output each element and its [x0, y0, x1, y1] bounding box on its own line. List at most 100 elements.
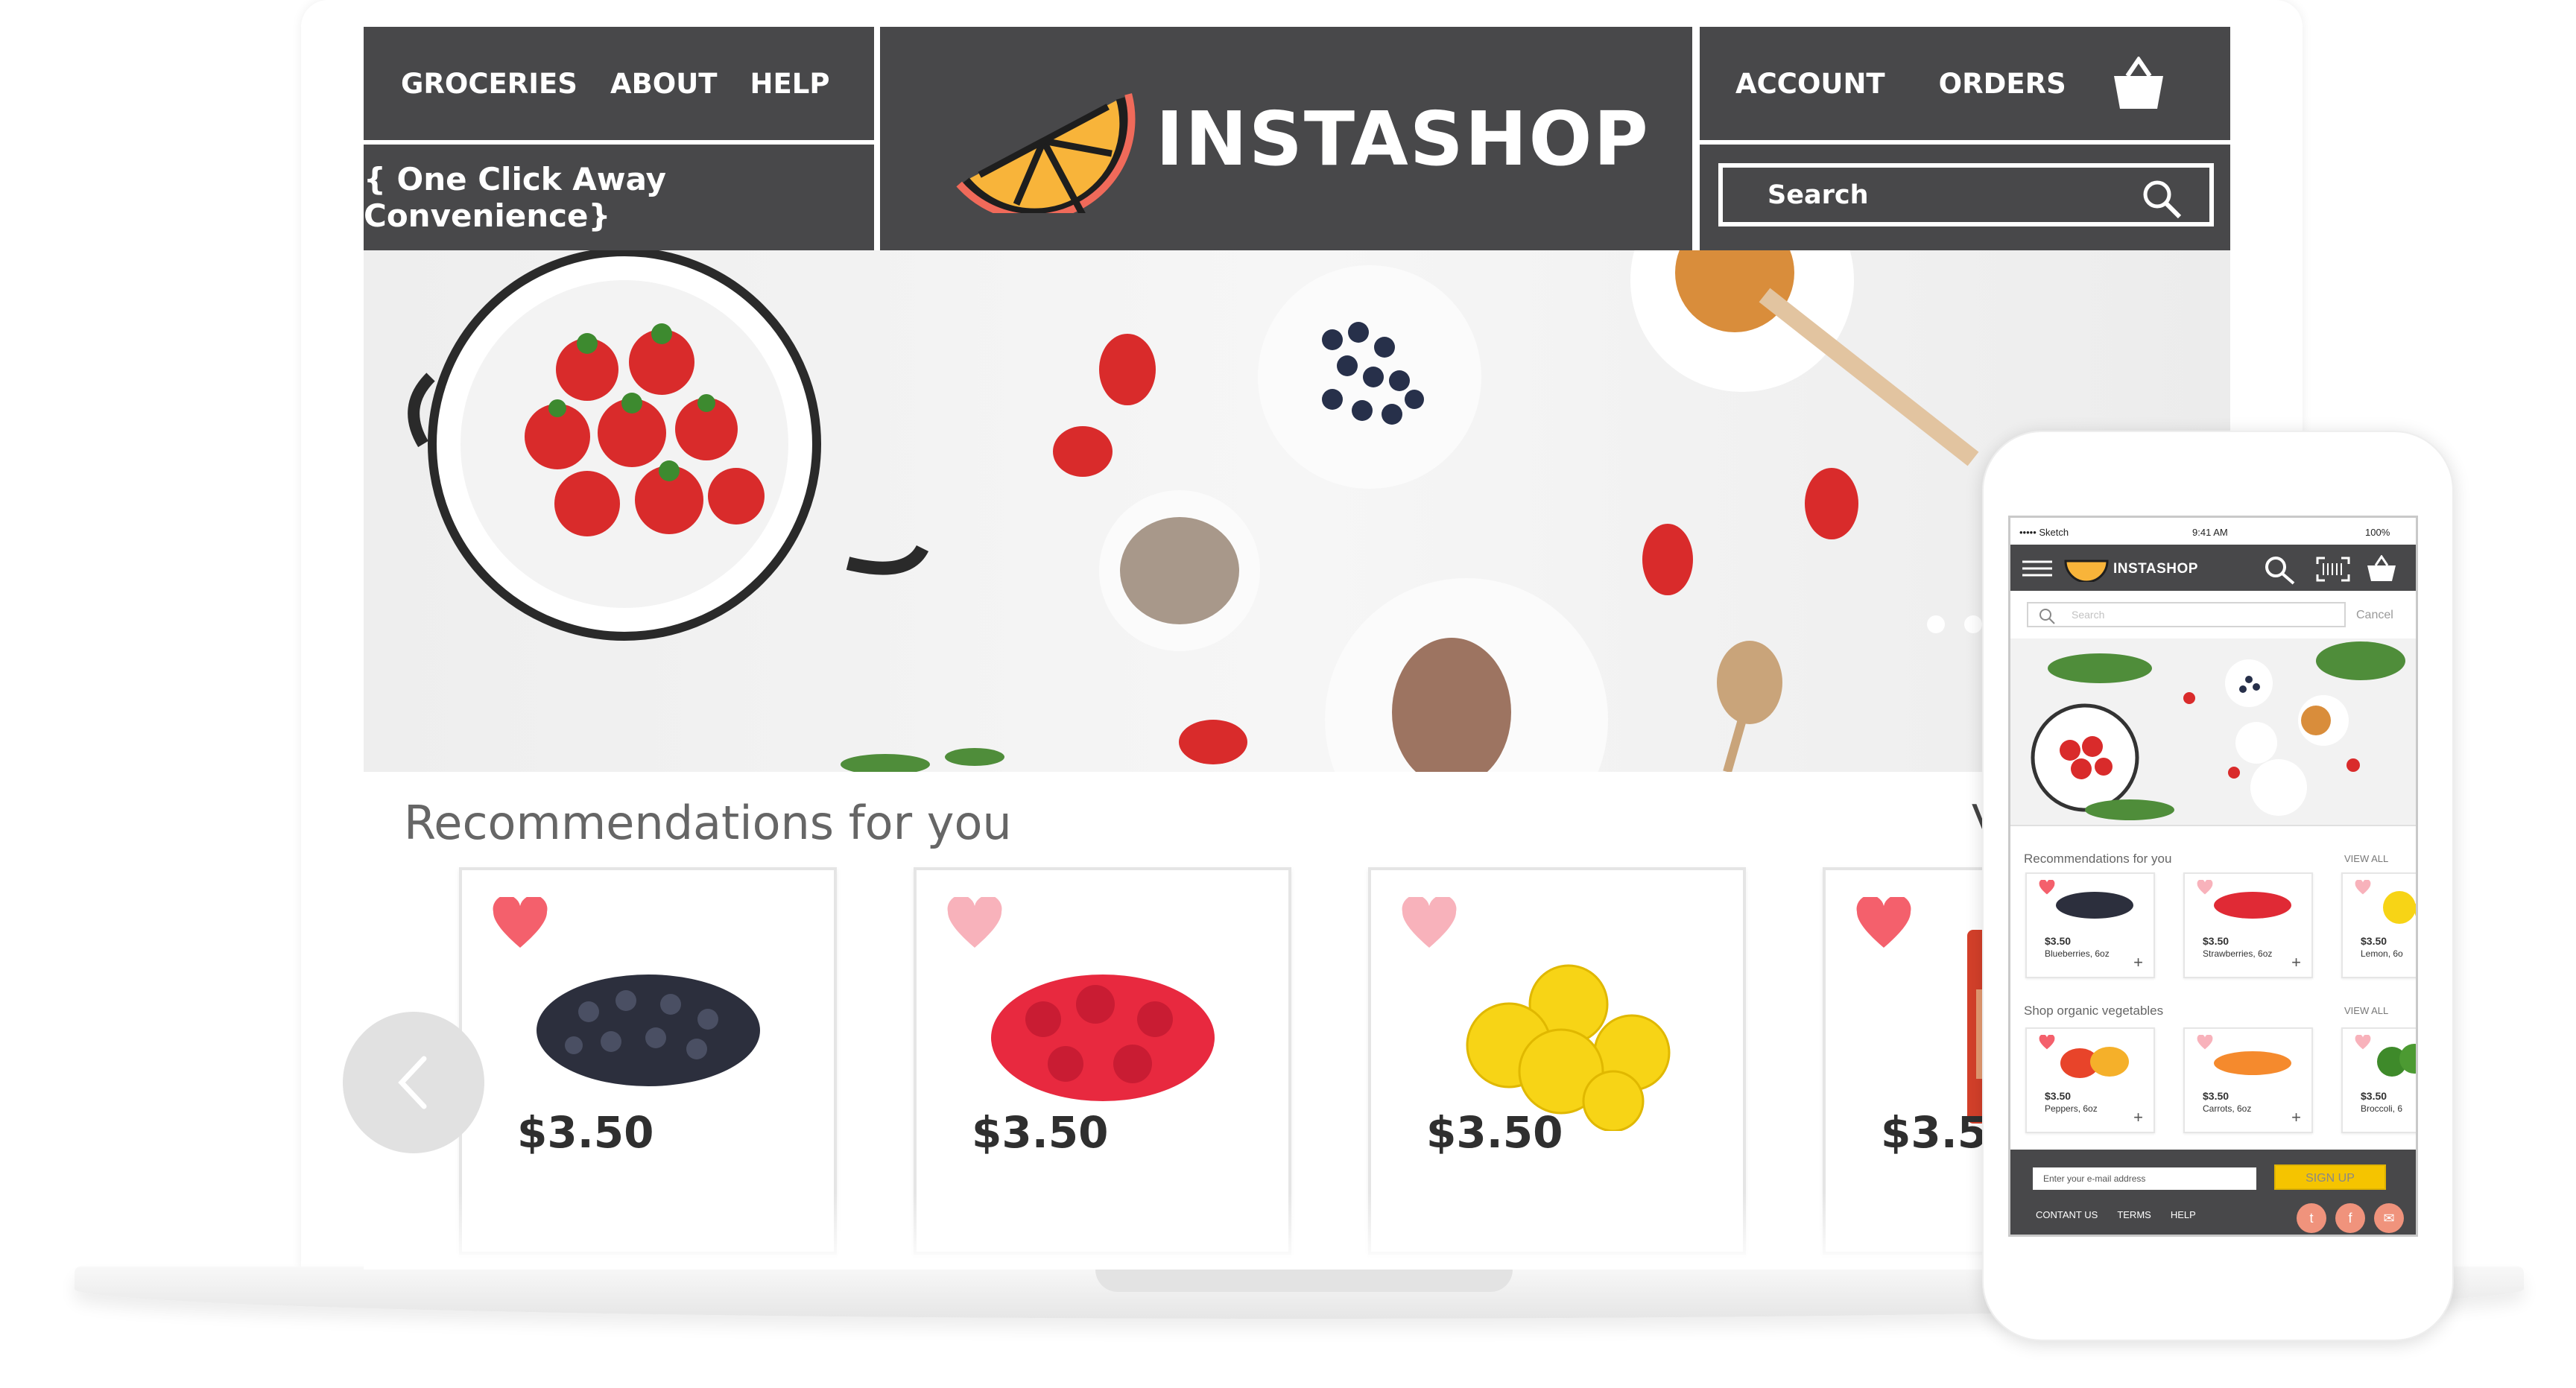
- blueberries-image: [2056, 892, 2133, 919]
- mobile-search-input[interactable]: Search: [2027, 602, 2346, 627]
- mobile-recommendations-heading: Recommendations for you: [2024, 852, 2172, 866]
- email-icon[interactable]: ✉: [2374, 1203, 2404, 1233]
- lemons-image: [1466, 964, 1671, 1131]
- heart-filled-icon[interactable]: [492, 897, 548, 949]
- product-name: Blueberries, 6oz: [2045, 948, 2110, 959]
- mobile-product-card[interactable]: $3.50 Peppers, 6oz +: [2025, 1027, 2155, 1133]
- tagline: { One Click Away Convenience}: [364, 145, 874, 250]
- nav-help[interactable]: HELP: [750, 68, 830, 100]
- lemons-image: [2383, 891, 2416, 924]
- add-to-cart-icon[interactable]: +: [2133, 1108, 2143, 1127]
- email-field[interactable]: Enter your e-mail address: [2033, 1167, 2256, 1190]
- broccoli-image: [2377, 1044, 2416, 1077]
- heart-filled-icon[interactable]: [1855, 897, 1912, 949]
- primary-nav: GROCERIES ABOUT HELP: [364, 27, 874, 140]
- hamburger-menu-icon[interactable]: [2022, 560, 2052, 577]
- battery-level: 100%: [2365, 527, 2390, 538]
- orange-slice-logo-icon: [2064, 560, 2109, 582]
- mobile-vegetables-heading: Shop organic vegetables: [2024, 1004, 2164, 1018]
- mobile-brand: INSTASHOP: [2113, 561, 2198, 577]
- search-icon[interactable]: [2264, 555, 2295, 585]
- barcode-scan-icon[interactable]: [2316, 557, 2350, 582]
- shopping-basket-icon[interactable]: [2367, 555, 2396, 582]
- heart-outline-icon[interactable]: [2197, 880, 2213, 895]
- twitter-icon[interactable]: t: [2297, 1203, 2326, 1233]
- facebook-icon[interactable]: f: [2335, 1203, 2365, 1233]
- mobile-product-card[interactable]: $3.50 Broccoli, 6: [2341, 1027, 2416, 1133]
- heart-outline-icon[interactable]: [2197, 1035, 2213, 1050]
- product-name: Peppers, 6oz: [2045, 1103, 2098, 1114]
- product-price: $3.50: [1426, 1107, 1563, 1158]
- footer-link-terms[interactable]: TERMS: [2117, 1209, 2151, 1220]
- product-name: Strawberries, 6oz: [2203, 948, 2273, 959]
- heart-outline-icon[interactable]: [2355, 1035, 2371, 1050]
- heart-filled-icon[interactable]: [2039, 880, 2055, 895]
- mobile-screen: ••••• Sketch 9:41 AM 100% INSTASHOP Sear…: [2008, 516, 2418, 1237]
- add-to-cart-icon[interactable]: +: [2291, 1108, 2301, 1127]
- mobile-navbar: INSTASHOP: [2010, 545, 2416, 591]
- orange-slice-logo-icon: [956, 93, 1136, 213]
- brand-name: INSTASHOP: [1156, 95, 1650, 183]
- product-price: $3.50: [517, 1107, 654, 1158]
- clock: 9:41 AM: [2192, 527, 2228, 538]
- search-area: Search: [1700, 145, 2230, 250]
- heart-outline-icon[interactable]: [946, 897, 1003, 949]
- recommendations-heading: Recommendations for you: [404, 796, 1012, 850]
- account-nav: ACCOUNT ORDERS: [1700, 27, 2230, 140]
- mobile-hero-illustration: [2031, 641, 2405, 820]
- product-name: Lemon, 6o: [2361, 948, 2403, 959]
- chevron-left-icon: [398, 1056, 427, 1109]
- product-price: $3.50: [2361, 935, 2387, 947]
- status-bar: ••••• Sketch 9:41 AM 100%: [2010, 518, 2416, 545]
- signup-button[interactable]: SIGN UP: [2274, 1164, 2386, 1190]
- mobile-product-card[interactable]: $3.50 Blueberries, 6oz +: [2025, 872, 2155, 978]
- search-input[interactable]: Search: [1718, 163, 2214, 226]
- footer-link-contact[interactable]: CONTANT US: [2036, 1209, 2098, 1220]
- footer-link-help[interactable]: HELP: [2171, 1209, 2196, 1220]
- cancel-button[interactable]: Cancel: [2356, 609, 2393, 622]
- mobile-product-card[interactable]: $3.50 Strawberries, 6oz +: [2183, 872, 2313, 978]
- product-price: $3.50: [2045, 935, 2072, 947]
- blueberries-image: [537, 975, 760, 1086]
- brand-block[interactable]: INSTASHOP: [880, 27, 1692, 250]
- heart-outline-icon[interactable]: [2355, 880, 2371, 895]
- search-placeholder: Search: [1768, 180, 1869, 210]
- carousel-prev-button[interactable]: [343, 1012, 484, 1153]
- add-to-cart-icon[interactable]: +: [2133, 953, 2143, 972]
- mobile-product-card[interactable]: $3.50 Lemon, 6o: [2341, 872, 2416, 978]
- heart-filled-icon[interactable]: [2039, 1035, 2055, 1050]
- view-all-link[interactable]: VIEW ALL: [2344, 1005, 2388, 1016]
- product-price: $3.50: [2203, 1090, 2230, 1102]
- product-price: $3.50: [2361, 1090, 2387, 1102]
- mobile-hero-image: [2010, 638, 2416, 826]
- peppers-image: [2060, 1047, 2129, 1078]
- site-header: GROCERIES ABOUT HELP { One Click Away Co…: [364, 27, 2230, 250]
- view-all-link[interactable]: VIEW ALL: [2344, 853, 2388, 864]
- nav-account[interactable]: ACCOUNT: [1735, 68, 1885, 100]
- product-price: $3.50: [2045, 1090, 2072, 1102]
- laptop-notch: [1095, 1270, 1513, 1292]
- nav-orders[interactable]: ORDERS: [1939, 68, 2066, 100]
- mobile-search-placeholder: Search: [2072, 609, 2105, 621]
- product-name: Carrots, 6oz: [2203, 1103, 2252, 1114]
- carrots-image: [2214, 1051, 2291, 1075]
- product-price: $3.50: [2203, 935, 2230, 947]
- hero-banner-image: [364, 250, 2230, 772]
- hero-food-illustration: [408, 250, 2212, 772]
- shopping-basket-icon[interactable]: [2113, 57, 2165, 110]
- product-price: $3.50: [972, 1107, 1109, 1158]
- footer-links: CONTANT US TERMS HELP: [2036, 1209, 2196, 1220]
- heart-outline-icon[interactable]: [1401, 897, 1458, 949]
- screen-fade: [364, 1192, 2230, 1270]
- search-icon: [2039, 609, 2055, 624]
- mobile-footer: Enter your e-mail address SIGN UP CONTAN…: [2010, 1150, 2416, 1235]
- nav-about[interactable]: ABOUT: [610, 68, 718, 100]
- carrier: ••••• Sketch: [2019, 527, 2069, 538]
- mobile-product-card[interactable]: $3.50 Carrots, 6oz +: [2183, 1027, 2313, 1133]
- nav-groceries[interactable]: GROCERIES: [401, 68, 577, 100]
- strawberries-image: [2214, 892, 2291, 919]
- product-name: Broccoli, 6: [2361, 1103, 2403, 1114]
- add-to-cart-icon[interactable]: +: [2291, 953, 2301, 972]
- search-icon[interactable]: [2141, 178, 2183, 220]
- raspberries-image: [991, 975, 1215, 1101]
